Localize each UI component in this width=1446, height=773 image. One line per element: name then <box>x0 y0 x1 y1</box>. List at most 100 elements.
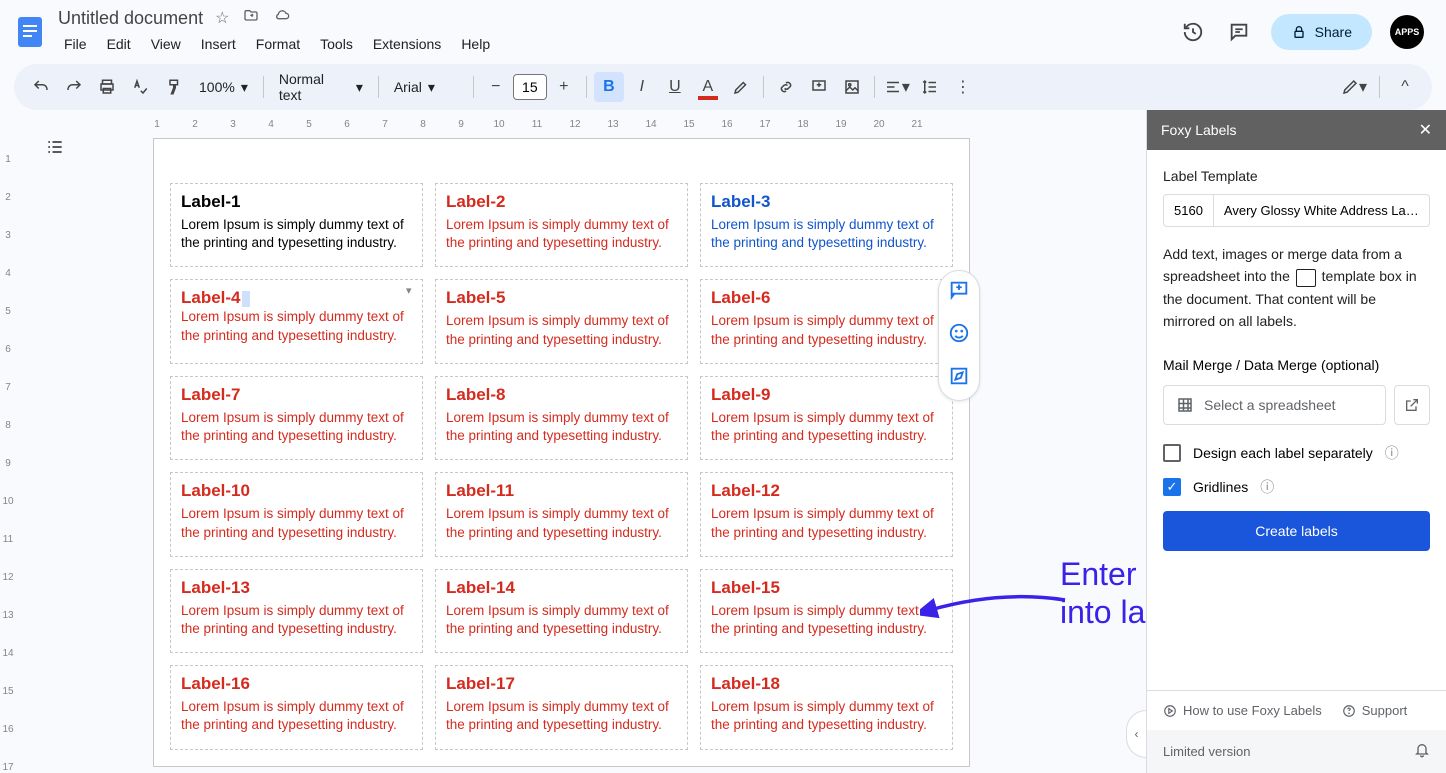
add-comment-icon[interactable] <box>948 279 970 306</box>
share-button[interactable]: Share <box>1271 14 1372 50</box>
label-title: Label-3 <box>711 192 942 212</box>
label-cell-8[interactable]: Label-8Lorem Ipsum is simply dummy text … <box>435 376 688 460</box>
ruler-tick: 12 <box>556 119 594 130</box>
gridlines-checkbox[interactable]: ✓ <box>1163 478 1181 496</box>
expand-side-panel-button[interactable]: ‹ <box>1126 710 1146 758</box>
menu-tools[interactable]: Tools <box>312 32 361 56</box>
docs-logo-icon[interactable] <box>10 12 50 52</box>
label-body: Lorem Ipsum is simply dummy text of the … <box>446 698 677 734</box>
template-selector[interactable]: 5160 Avery Glossy White Address Lab... <box>1163 194 1430 227</box>
spellcheck-button[interactable] <box>125 72 155 102</box>
cloud-status-icon[interactable] <box>273 8 291 29</box>
bell-icon[interactable] <box>1414 742 1430 761</box>
insert-link-button[interactable] <box>771 72 801 102</box>
print-button[interactable] <box>92 72 122 102</box>
label-cell-7[interactable]: Label-7Lorem Ipsum is simply dummy text … <box>170 376 423 460</box>
ruler-tick: 5 <box>0 292 16 330</box>
insert-image-button[interactable] <box>837 72 867 102</box>
font-size-input[interactable] <box>513 74 547 100</box>
close-panel-button[interactable]: ✕ <box>1419 120 1432 140</box>
label-cell-11[interactable]: Label-11Lorem Ipsum is simply dummy text… <box>435 472 688 556</box>
italic-button[interactable]: I <box>627 72 657 102</box>
document-title[interactable]: Untitled document <box>58 8 203 29</box>
menu-extensions[interactable]: Extensions <box>365 32 449 56</box>
label-cell-14[interactable]: Label-14Lorem Ipsum is simply dummy text… <box>435 569 688 653</box>
ruler-tick: 11 <box>518 119 556 130</box>
font-size-increase[interactable]: + <box>549 72 579 102</box>
label-cell-12[interactable]: Label-12Lorem Ipsum is simply dummy text… <box>700 472 953 556</box>
horizontal-ruler[interactable]: 123456789101112131415161718192021 <box>138 116 1146 132</box>
support-link[interactable]: Support <box>1342 703 1408 718</box>
account-avatar[interactable]: APPS <box>1390 15 1424 49</box>
font-select[interactable]: Arial ▾ <box>386 79 466 96</box>
move-icon[interactable] <box>243 8 259 29</box>
style-select[interactable]: Normal text ▾ <box>271 71 371 103</box>
open-spreadsheet-button[interactable] <box>1394 385 1430 425</box>
more-button[interactable]: ⋮ <box>948 72 978 102</box>
edit-mode-button[interactable]: ▾ <box>1339 72 1369 102</box>
design-separately-row: Design each label separately ⓘ <box>1163 443 1430 463</box>
select-spreadsheet-button[interactable]: Select a spreadsheet <box>1163 385 1386 425</box>
outline-toggle-button[interactable] <box>40 132 70 162</box>
ruler-tick: 21 <box>898 119 936 130</box>
menu-help[interactable]: Help <box>453 32 498 56</box>
redo-button[interactable] <box>59 72 89 102</box>
collapse-toolbar-button[interactable]: ^ <box>1390 72 1420 102</box>
comments-icon[interactable] <box>1225 18 1253 46</box>
underline-button[interactable]: U <box>660 72 690 102</box>
ruler-tick: 5 <box>290 119 328 130</box>
share-label: Share <box>1315 24 1352 40</box>
separator <box>263 76 264 98</box>
menu-edit[interactable]: Edit <box>99 32 139 56</box>
document-page[interactable]: Label-1Lorem Ipsum is simply dummy text … <box>153 138 970 767</box>
create-labels-button[interactable]: Create labels <box>1163 511 1430 551</box>
ruler-tick: 17 <box>0 748 16 773</box>
text-color-button[interactable]: A <box>693 72 723 102</box>
ruler-tick: 17 <box>746 119 784 130</box>
label-cell-6[interactable]: Label-6Lorem Ipsum is simply dummy text … <box>700 279 953 363</box>
undo-button[interactable] <box>26 72 56 102</box>
label-title: Label-18 <box>711 674 942 694</box>
star-icon[interactable]: ☆ <box>215 8 229 29</box>
gridlines-label: Gridlines <box>1193 479 1248 495</box>
menu-view[interactable]: View <box>143 32 189 56</box>
align-button[interactable]: ▾ <box>882 72 912 102</box>
highlight-button[interactable] <box>726 72 756 102</box>
label-cell-4[interactable]: Label-4▾Lorem Ipsum is simply dummy text… <box>170 279 423 363</box>
design-separately-checkbox[interactable] <box>1163 444 1181 462</box>
menu-format[interactable]: Format <box>248 32 308 56</box>
paint-format-button[interactable] <box>158 72 188 102</box>
add-suggestion-icon[interactable] <box>948 365 970 392</box>
panel-title: Foxy Labels <box>1161 122 1236 138</box>
label-cell-15[interactable]: Label-15Lorem Ipsum is simply dummy text… <box>700 569 953 653</box>
info-icon[interactable]: ⓘ <box>1385 443 1399 463</box>
label-title: Label-6 <box>711 288 942 308</box>
menu-insert[interactable]: Insert <box>193 32 244 56</box>
label-cell-9[interactable]: Label-9Lorem Ipsum is simply dummy text … <box>700 376 953 460</box>
label-cell-5[interactable]: Label-5Lorem Ipsum is simply dummy text … <box>435 279 688 363</box>
menu-file[interactable]: File <box>56 32 95 56</box>
label-cell-1[interactable]: Label-1Lorem Ipsum is simply dummy text … <box>170 183 423 267</box>
bold-button[interactable]: B <box>594 72 624 102</box>
add-emoji-icon[interactable] <box>948 322 970 349</box>
insert-comment-button[interactable] <box>804 72 834 102</box>
ruler-tick: 9 <box>0 444 16 482</box>
line-spacing-button[interactable] <box>915 72 945 102</box>
vertical-ruler[interactable]: 123456789101112131415161718 <box>0 140 16 773</box>
label-cell-13[interactable]: Label-13Lorem Ipsum is simply dummy text… <box>170 569 423 653</box>
label-cell-2[interactable]: Label-2Lorem Ipsum is simply dummy text … <box>435 183 688 267</box>
help-text: Add text, images or merge data from a sp… <box>1163 243 1430 333</box>
history-icon[interactable] <box>1179 18 1207 46</box>
label-cell-10[interactable]: Label-10Lorem Ipsum is simply dummy text… <box>170 472 423 556</box>
label-cell-17[interactable]: Label-17Lorem Ipsum is simply dummy text… <box>435 665 688 749</box>
label-title: Label-8 <box>446 385 677 405</box>
label-cell-3[interactable]: Label-3Lorem Ipsum is simply dummy text … <box>700 183 953 267</box>
info-icon[interactable]: ⓘ <box>1260 477 1274 497</box>
label-cell-16[interactable]: Label-16Lorem Ipsum is simply dummy text… <box>170 665 423 749</box>
cell-menu-icon[interactable]: ▾ <box>406 284 418 296</box>
font-size-decrease[interactable]: − <box>481 72 511 102</box>
label-cell-18[interactable]: Label-18Lorem Ipsum is simply dummy text… <box>700 665 953 749</box>
ruler-tick: 13 <box>594 119 632 130</box>
zoom-select[interactable]: 100% ▾ <box>191 79 256 96</box>
howto-link[interactable]: How to use Foxy Labels <box>1163 703 1322 718</box>
